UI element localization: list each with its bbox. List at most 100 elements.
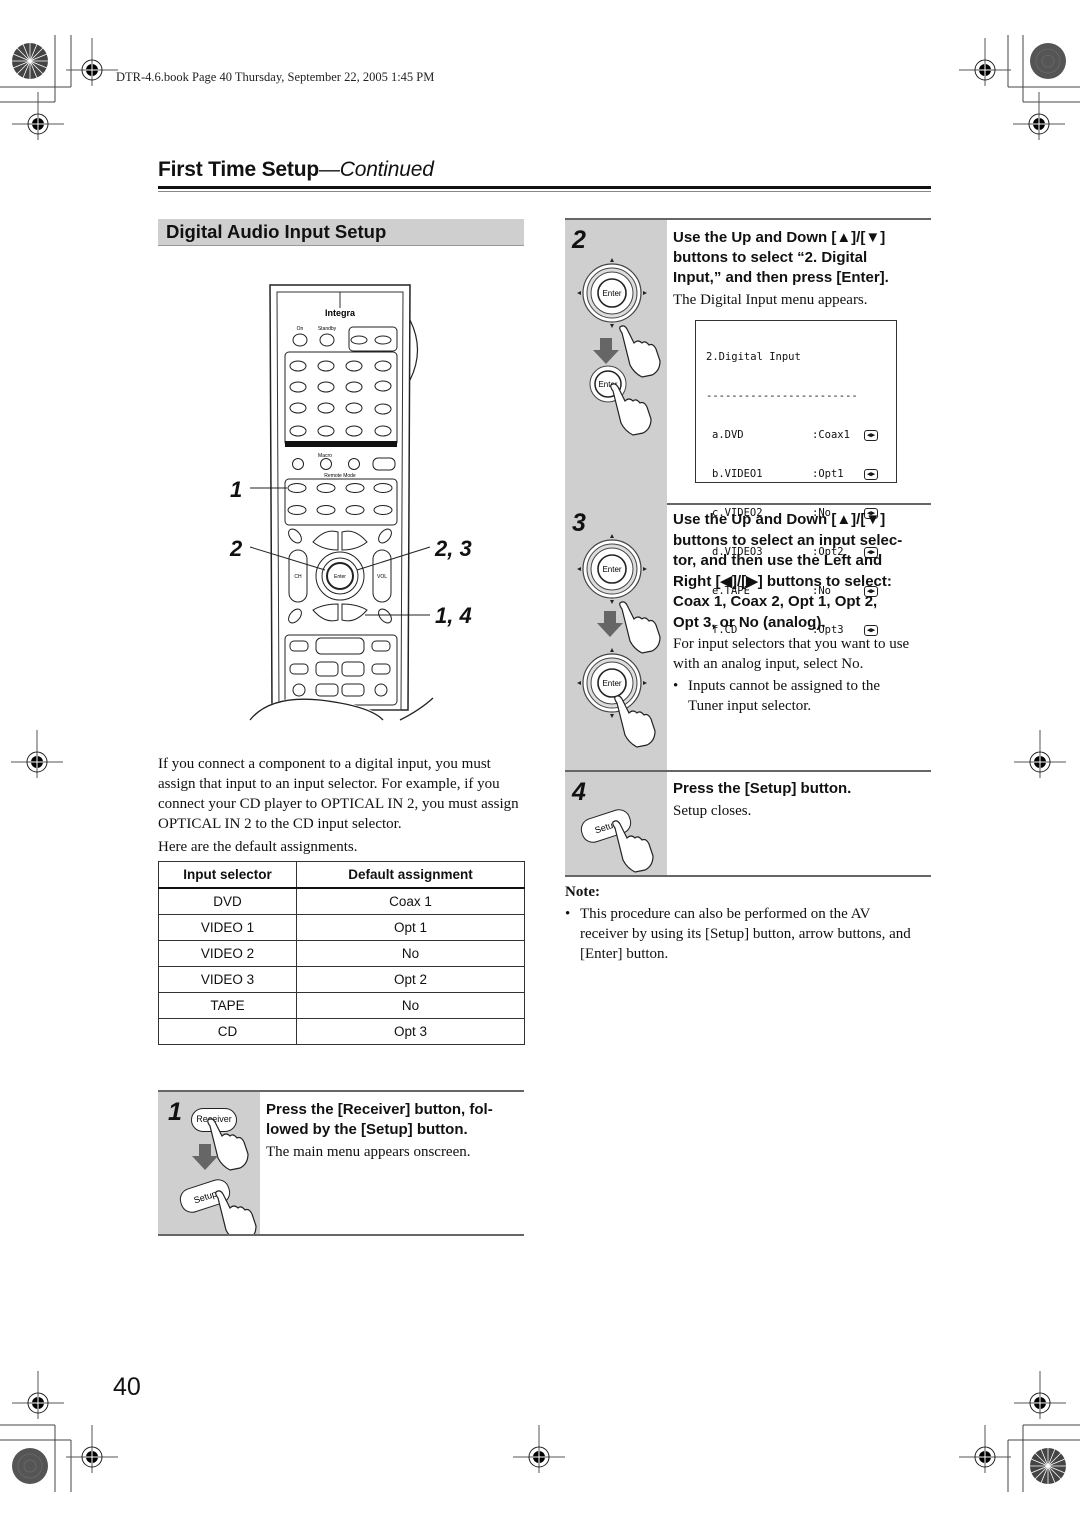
callout-enter-right: 2, 3 bbox=[435, 536, 472, 561]
bullet-icon: • bbox=[673, 678, 679, 694]
table-row: VIDEO 3 Opt 2 bbox=[158, 966, 525, 993]
step-instruction: Use the Up and Down [▲]/[▼] buttons to s… bbox=[673, 228, 928, 288]
registration-mark-icon bbox=[958, 37, 1012, 87]
registration-mark-icon bbox=[65, 1424, 119, 1474]
bullet-icon: • bbox=[565, 906, 571, 922]
cell-input-selector: DVD bbox=[158, 887, 297, 915]
cell-default-assignment: No bbox=[296, 940, 525, 967]
registration-mark-icon bbox=[512, 1424, 566, 1474]
osd-divider: ------------------------ bbox=[706, 390, 858, 402]
step-description-line: For input selectors that you want to use bbox=[673, 636, 910, 652]
osd-row-value: :Opt1 bbox=[812, 468, 844, 480]
callout-receiver: 1 bbox=[230, 477, 243, 502]
enter-dial-press-icon: Enter Enter bbox=[576, 533, 661, 748]
svg-text:Enter: Enter bbox=[602, 289, 621, 298]
step-instruction-line: Use the Up and Down [▲]/[▼] bbox=[673, 511, 886, 528]
book-meta: DTR-4.6.book Page 40 Thursday, September… bbox=[116, 70, 435, 84]
setup-press-icon: Setup bbox=[580, 809, 654, 873]
note-line: This procedure can also be performed on … bbox=[580, 906, 871, 922]
step-description: The Digital Input menu appears. bbox=[673, 292, 868, 308]
svg-text:Remote Mode: Remote Mode bbox=[324, 473, 356, 479]
registration-mark-icon bbox=[1013, 1370, 1067, 1420]
intro-paragraph: If you connect a component to a digital … bbox=[158, 756, 519, 832]
svg-text:Enter: Enter bbox=[602, 679, 621, 688]
left-right-arrows-icon: ◀▶ bbox=[864, 469, 878, 480]
registration-mark-icon bbox=[1013, 729, 1067, 779]
disc-mark-icon bbox=[1029, 42, 1067, 80]
cell-default-assignment: Opt 3 bbox=[296, 1018, 525, 1045]
registration-mark-icon bbox=[65, 37, 119, 87]
step-3: 3 Enter Enter Use the Up and Down [▲]/[▼… bbox=[565, 501, 931, 772]
cell-input-selector: CD bbox=[158, 1018, 297, 1045]
osd-row: b.VIDEO1 :Opt1 ◀▶ bbox=[706, 468, 896, 481]
registration-mark-icon bbox=[1012, 91, 1066, 141]
note-bullet: • This procedure can also be performed o… bbox=[565, 904, 935, 964]
cell-input-selector: VIDEO 3 bbox=[158, 966, 297, 993]
step-instruction-line: Input,” and then press [Enter]. bbox=[673, 269, 889, 286]
step-bullet: • Inputs cannot be assigned to the Tuner… bbox=[673, 676, 880, 716]
osd-row: a.DVD:Coax1 ◀▶ bbox=[706, 429, 896, 442]
title-rule bbox=[158, 186, 931, 189]
step-instruction-line: lowed by the [Setup] button. bbox=[266, 1121, 468, 1138]
note-label: Note: bbox=[565, 884, 600, 900]
note-line: [Enter] button. bbox=[580, 946, 669, 962]
section-title-continued: —Continued bbox=[318, 158, 434, 181]
step-instruction-line: buttons to select “2. Digital bbox=[673, 249, 868, 266]
page-number: 40 bbox=[113, 1373, 141, 1401]
step-bullet-line: Inputs cannot be assigned to the bbox=[688, 678, 881, 694]
cell-input-selector: VIDEO 1 bbox=[158, 914, 297, 941]
registration-mark-icon bbox=[11, 1370, 65, 1420]
cell-input-selector: VIDEO 2 bbox=[158, 940, 297, 967]
remote-brand: Integra bbox=[325, 308, 356, 318]
svg-text:CH: CH bbox=[294, 574, 302, 580]
step-instruction-line: Opt 3, or No (analog). bbox=[673, 613, 826, 631]
step-bullet-line: Tuner input selector. bbox=[688, 698, 812, 714]
step-4: 4 Setup Press the [Setup] button. Setup … bbox=[565, 770, 931, 877]
section-title: First Time Setup—Continued bbox=[158, 158, 434, 182]
table-row: VIDEO 1 Opt 1 bbox=[158, 914, 525, 941]
table-row: VIDEO 2 No bbox=[158, 940, 525, 967]
table-row: CD Opt 3 bbox=[158, 1018, 525, 1045]
press-gesture-icon: Setup bbox=[179, 1118, 257, 1234]
default-assignment-table: Input selector Default assignment DVD Coa… bbox=[158, 861, 525, 1045]
title-rule-thin bbox=[158, 191, 931, 192]
callout-enter-left: 2 bbox=[230, 536, 243, 561]
enter-dial-press-icon: Enter Enter bbox=[576, 257, 661, 436]
table-header-input-selector: Input selector bbox=[158, 861, 297, 889]
table-row: TAPE No bbox=[158, 992, 525, 1019]
registration-mark-icon bbox=[958, 1424, 1012, 1474]
osd-row-label: a.DVD bbox=[712, 429, 744, 441]
step-instruction: Use the Up and Down [▲]/[▼] buttons to s… bbox=[673, 510, 931, 633]
svg-text:On: On bbox=[297, 326, 304, 332]
osd-row-value: :Coax1 bbox=[812, 429, 850, 441]
note-line: receiver by using its [Setup] button, ar… bbox=[580, 926, 911, 942]
registration-mark-icon bbox=[11, 91, 65, 141]
svg-text:Enter: Enter bbox=[602, 565, 621, 574]
svg-text:VOL: VOL bbox=[377, 574, 387, 580]
cell-default-assignment: Coax 1 bbox=[296, 887, 525, 915]
osd-title: 2.Digital Input bbox=[706, 351, 801, 363]
step-instruction: Press the [Receiver] button, fol- lowed … bbox=[266, 1100, 521, 1140]
onscreen-digital-input-menu: 2.Digital Input ------------------------… bbox=[695, 320, 897, 636]
osd-row-label: b.VIDEO1 bbox=[712, 468, 763, 480]
cell-default-assignment: No bbox=[296, 992, 525, 1019]
step-description: The main menu appears onscreen. bbox=[266, 1144, 471, 1160]
table-row: DVD Coax 1 bbox=[158, 887, 525, 915]
cell-default-assignment: Opt 1 bbox=[296, 914, 525, 941]
starburst-mark-icon bbox=[1029, 1447, 1067, 1485]
step-1: 1 Receiver Setup Press the [Receiver] bu… bbox=[158, 1090, 524, 1236]
subsection-heading: Digital Audio Input Setup bbox=[158, 219, 524, 246]
step-instruction-line: tor, and then use the Left and bbox=[673, 552, 883, 569]
table-header-row: Input selector Default assignment bbox=[158, 861, 525, 889]
cell-input-selector: TAPE bbox=[158, 992, 297, 1019]
registration-mark-icon bbox=[10, 729, 64, 779]
step-instruction-line: Right [◀]/[▶] buttons to select: bbox=[673, 572, 892, 590]
svg-text:Enter: Enter bbox=[334, 574, 346, 580]
disc-mark-icon bbox=[11, 1447, 49, 1485]
table-header-default-assignment: Default assignment bbox=[296, 861, 525, 889]
remote-illustration: Integra On Standby Macro Remote Mode Ent… bbox=[225, 280, 485, 725]
step-description: Setup closes. bbox=[673, 803, 752, 819]
cell-default-assignment: Opt 2 bbox=[296, 966, 525, 993]
callout-setup: 1, 4 bbox=[435, 603, 472, 628]
svg-text:Standby: Standby bbox=[318, 326, 337, 332]
